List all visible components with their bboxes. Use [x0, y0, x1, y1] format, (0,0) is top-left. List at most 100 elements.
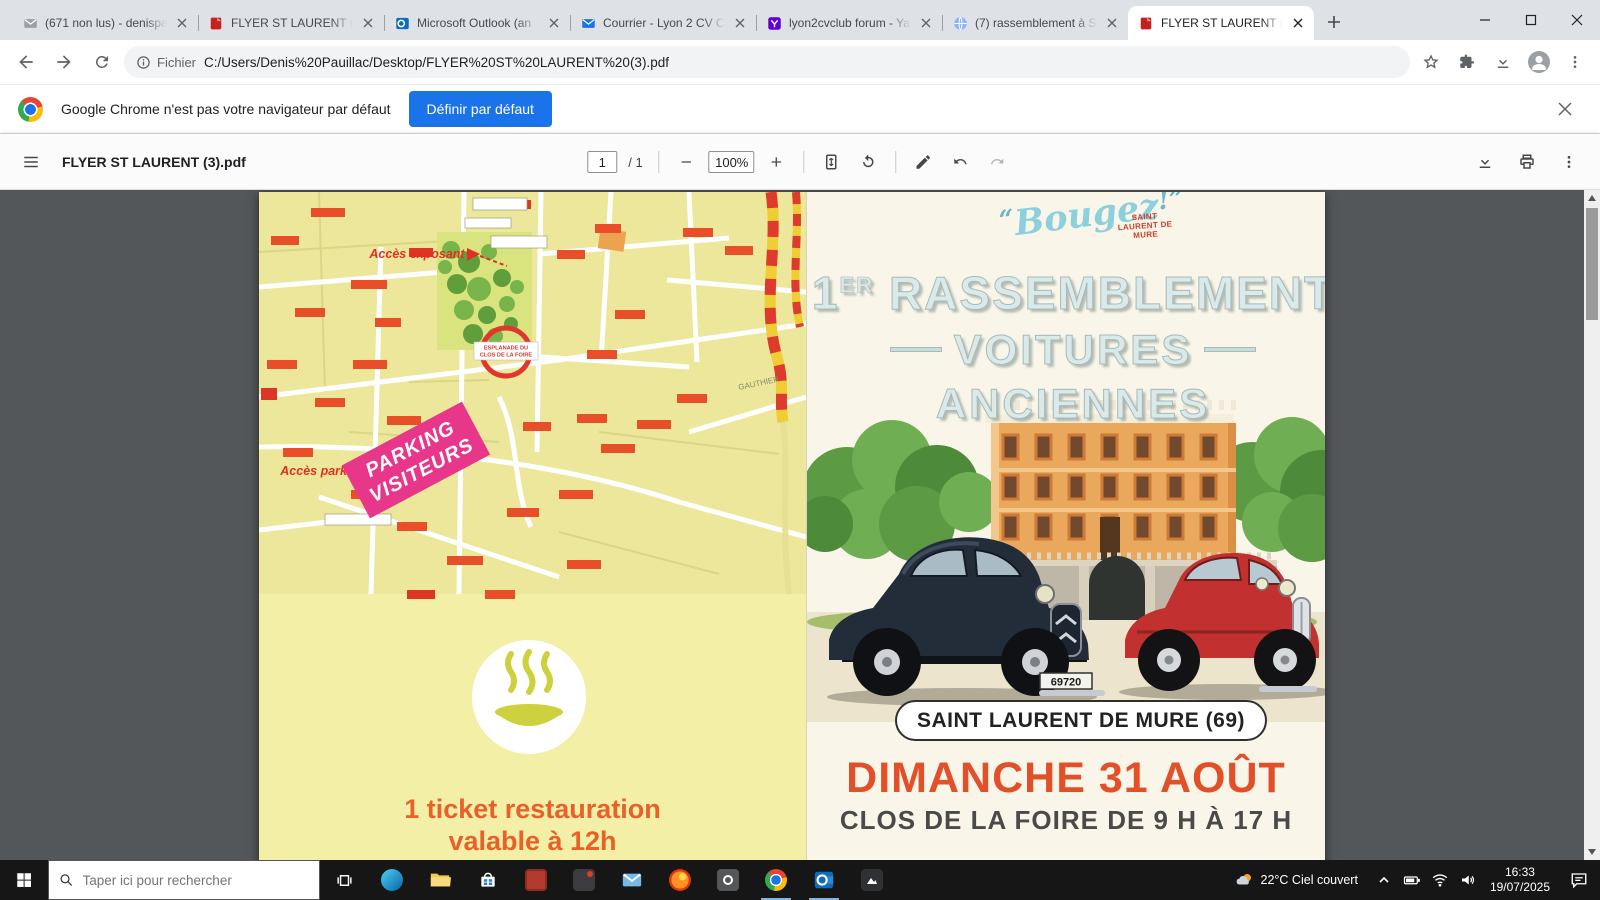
minimize-button[interactable] — [1462, 0, 1508, 40]
tab-close-icon[interactable] — [174, 15, 190, 31]
pdf-menu-icon[interactable] — [16, 147, 46, 177]
outlook-icon — [394, 15, 410, 31]
search-input[interactable] — [83, 873, 310, 888]
chrome-icon[interactable] — [752, 860, 800, 900]
tab-flyer-pdf-1[interactable]: FLYER ST LAURENT (3) — [198, 6, 384, 40]
store-icon[interactable] — [464, 860, 512, 900]
clock-time: 16:33 — [1490, 865, 1550, 880]
tab-outlook[interactable]: Microsoft Outlook (an — [384, 6, 570, 40]
car-jaguar — [1119, 553, 1325, 700]
chrome-logo-icon — [18, 97, 43, 122]
tab-courrier[interactable]: Courrier - Lyon 2 CV C — [570, 6, 756, 40]
default-browser-infobar: Google Chrome n'est pas votre navigateur… — [0, 84, 1600, 134]
site-label-line1: ESPLANADE DU — [484, 346, 528, 352]
page-number-input[interactable] — [587, 151, 617, 173]
tab-close-icon[interactable] — [360, 15, 376, 31]
back-button[interactable] — [10, 46, 42, 78]
tray-chevron-icon[interactable] — [1370, 860, 1398, 900]
scroll-up-arrow-icon[interactable] — [1584, 190, 1600, 206]
tab-close-icon[interactable] — [1104, 15, 1120, 31]
pdf-page-map: GAUTHIER ESPLANADE DU CLOS DE LA FOIRE A… — [259, 192, 806, 860]
tab-flyer-pdf-active[interactable]: FLYER ST LAURENT (3) — [1128, 6, 1314, 40]
tab-label: FLYER ST LAURENT (3) — [231, 16, 353, 30]
poster-date: DIMANCHE 31 AOÛT — [807, 754, 1325, 803]
profile-avatar[interactable] — [1524, 47, 1554, 77]
taskbar-search[interactable] — [48, 860, 320, 900]
file-explorer-icon[interactable] — [416, 860, 464, 900]
zoom-level: 100% — [709, 151, 755, 173]
tab-rassemblement[interactable]: (7) rassemblement à S — [942, 6, 1128, 40]
scroll-down-arrow-icon[interactable] — [1584, 844, 1600, 860]
app-icon-dark-2[interactable] — [848, 860, 896, 900]
map-graphic: GAUTHIER ESPLANADE DU CLOS DE LA FOIRE A… — [259, 192, 806, 860]
bookmark-star-icon[interactable] — [1416, 47, 1446, 77]
pdf-page-poster: 69720 — [806, 192, 1325, 860]
pdf-toolbar: FLYER ST LAURENT (3).pdf / 1 100% — [0, 134, 1600, 190]
downloads-icon[interactable] — [1488, 47, 1518, 77]
mail-blue-icon — [580, 15, 596, 31]
start-button[interactable] — [0, 860, 48, 900]
rotate-icon[interactable] — [854, 147, 884, 177]
tab-label: FLYER ST LAURENT (3) — [1161, 16, 1283, 30]
set-default-button[interactable]: Définir par défaut — [409, 91, 552, 127]
tab-mail-unread[interactable]: (671 non lus) - denispa — [12, 6, 198, 40]
windows-taskbar: 22°C Ciel couvert 16:33 19/07/2025 — [0, 860, 1600, 900]
mail-app-icon[interactable] — [608, 860, 656, 900]
tab-close-icon[interactable] — [918, 15, 934, 31]
scrollbar-thumb[interactable] — [1586, 208, 1598, 320]
maximize-button[interactable] — [1508, 0, 1554, 40]
file-chip-label: Fichier — [157, 55, 196, 70]
edge-icon[interactable] — [368, 860, 416, 900]
firefox-icon[interactable] — [656, 860, 704, 900]
tab-strip: (671 non lus) - denispa FLYER ST LAURENT… — [0, 0, 1600, 40]
browser-window: (671 non lus) - denispa FLYER ST LAURENT… — [0, 0, 1600, 900]
infobar-close-icon[interactable] — [1548, 92, 1582, 126]
annotate-icon[interactable] — [909, 147, 939, 177]
taskbar-weather[interactable]: 22°C Ciel couvert — [1224, 871, 1370, 889]
volume-icon[interactable] — [1454, 860, 1482, 900]
zoom-in-button[interactable] — [762, 147, 792, 177]
search-icon — [59, 872, 74, 888]
fit-page-icon[interactable] — [817, 147, 847, 177]
reload-button[interactable] — [86, 46, 118, 78]
tab-close-icon[interactable] — [546, 15, 562, 31]
zoom-out-button[interactable] — [672, 147, 702, 177]
pdf-download-icon[interactable] — [1470, 147, 1500, 177]
taskbar-clock[interactable]: 16:33 19/07/2025 — [1482, 865, 1558, 895]
globe-icon — [952, 15, 968, 31]
omnibox[interactable]: Fichier C:/Users/Denis%20Pauillac/Deskto… — [124, 46, 1410, 78]
battery-icon[interactable] — [1398, 860, 1426, 900]
weather-icon — [1236, 871, 1254, 889]
redo-icon[interactable] — [983, 147, 1013, 177]
acces-exposant-label: Accès exposant — [368, 247, 465, 261]
task-view-button[interactable] — [320, 860, 368, 900]
new-tab-button[interactable] — [1320, 8, 1348, 36]
tab-close-icon[interactable] — [1290, 15, 1306, 31]
extensions-icon[interactable] — [1452, 47, 1482, 77]
tab-yahoo-forum[interactable]: lyon2cvclub forum - Ya — [756, 6, 942, 40]
tab-label: lyon2cvclub forum - Ya — [789, 16, 911, 30]
action-center-icon[interactable] — [1558, 860, 1600, 900]
print-icon[interactable] — [1512, 147, 1542, 177]
clock-date: 19/07/2025 — [1490, 880, 1550, 895]
close-button[interactable] — [1554, 0, 1600, 40]
pdf-icon — [208, 15, 224, 31]
tab-close-icon[interactable] — [732, 15, 748, 31]
info-icon — [136, 55, 151, 70]
browser-menu-icon[interactable] — [1560, 47, 1590, 77]
app-icon-gray[interactable] — [704, 860, 752, 900]
car-citroen: 69720 — [827, 537, 1105, 706]
bougez-logo-subtitle: SAINT LAURENT DE MURE — [1116, 210, 1174, 241]
mail-icon — [22, 15, 38, 31]
forward-button[interactable] — [48, 46, 80, 78]
file-chip[interactable]: Fichier — [136, 55, 196, 70]
infobar-message: Google Chrome n'est pas votre navigateur… — [61, 101, 391, 117]
wifi-icon[interactable] — [1426, 860, 1454, 900]
pdf-title: FLYER ST LAURENT (3).pdf — [62, 154, 246, 170]
undo-icon[interactable] — [946, 147, 976, 177]
pdf-more-menu-icon[interactable] — [1554, 147, 1584, 177]
outlook-icon[interactable] — [800, 860, 848, 900]
scrollbar[interactable] — [1584, 190, 1600, 860]
app-icon-dark[interactable] — [560, 860, 608, 900]
app-icon-red[interactable] — [512, 860, 560, 900]
